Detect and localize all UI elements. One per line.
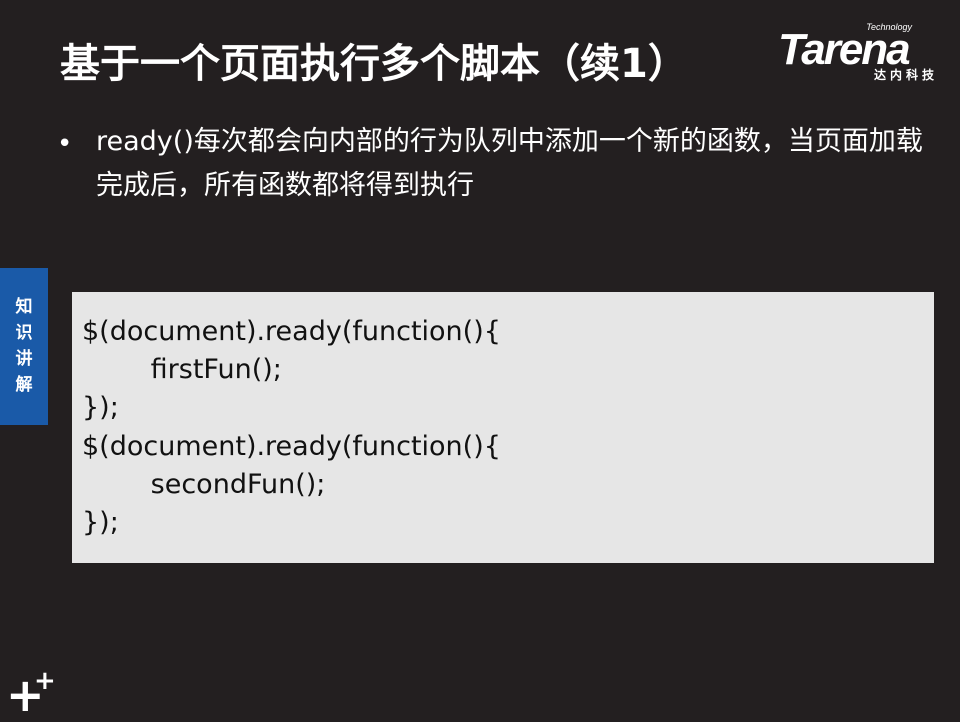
bullet-text: ready()每次都会向内部的行为队列中添加一个新的函数，当页面加载完成后，所有…: [96, 126, 923, 201]
section-tab-char: 解: [15, 375, 33, 395]
code-line: });: [82, 392, 119, 423]
bullet-marker: •: [57, 129, 73, 159]
section-tab-char: 讲: [15, 349, 33, 369]
slide-title: 基于一个页面执行多个脚本（续1）: [60, 41, 688, 87]
code-line: $(document).ready(function(){: [82, 316, 501, 347]
code-line: secondFun();: [82, 469, 326, 500]
logo-chinese-name: 达内科技: [873, 68, 938, 82]
code-block: $(document).ready(function(){ firstFun()…: [72, 292, 934, 563]
code-line: firstFun();: [82, 354, 282, 385]
plus-icon: +: [34, 666, 56, 696]
code-line: $(document).ready(function(){: [82, 431, 501, 462]
tarena-logo: Technology Tarena 达内科技: [778, 20, 948, 86]
section-tab: 知 识 讲 解: [0, 268, 48, 425]
code-line: });: [82, 507, 119, 538]
section-tab-char: 知: [15, 297, 33, 317]
section-tab-char: 识: [15, 323, 33, 343]
